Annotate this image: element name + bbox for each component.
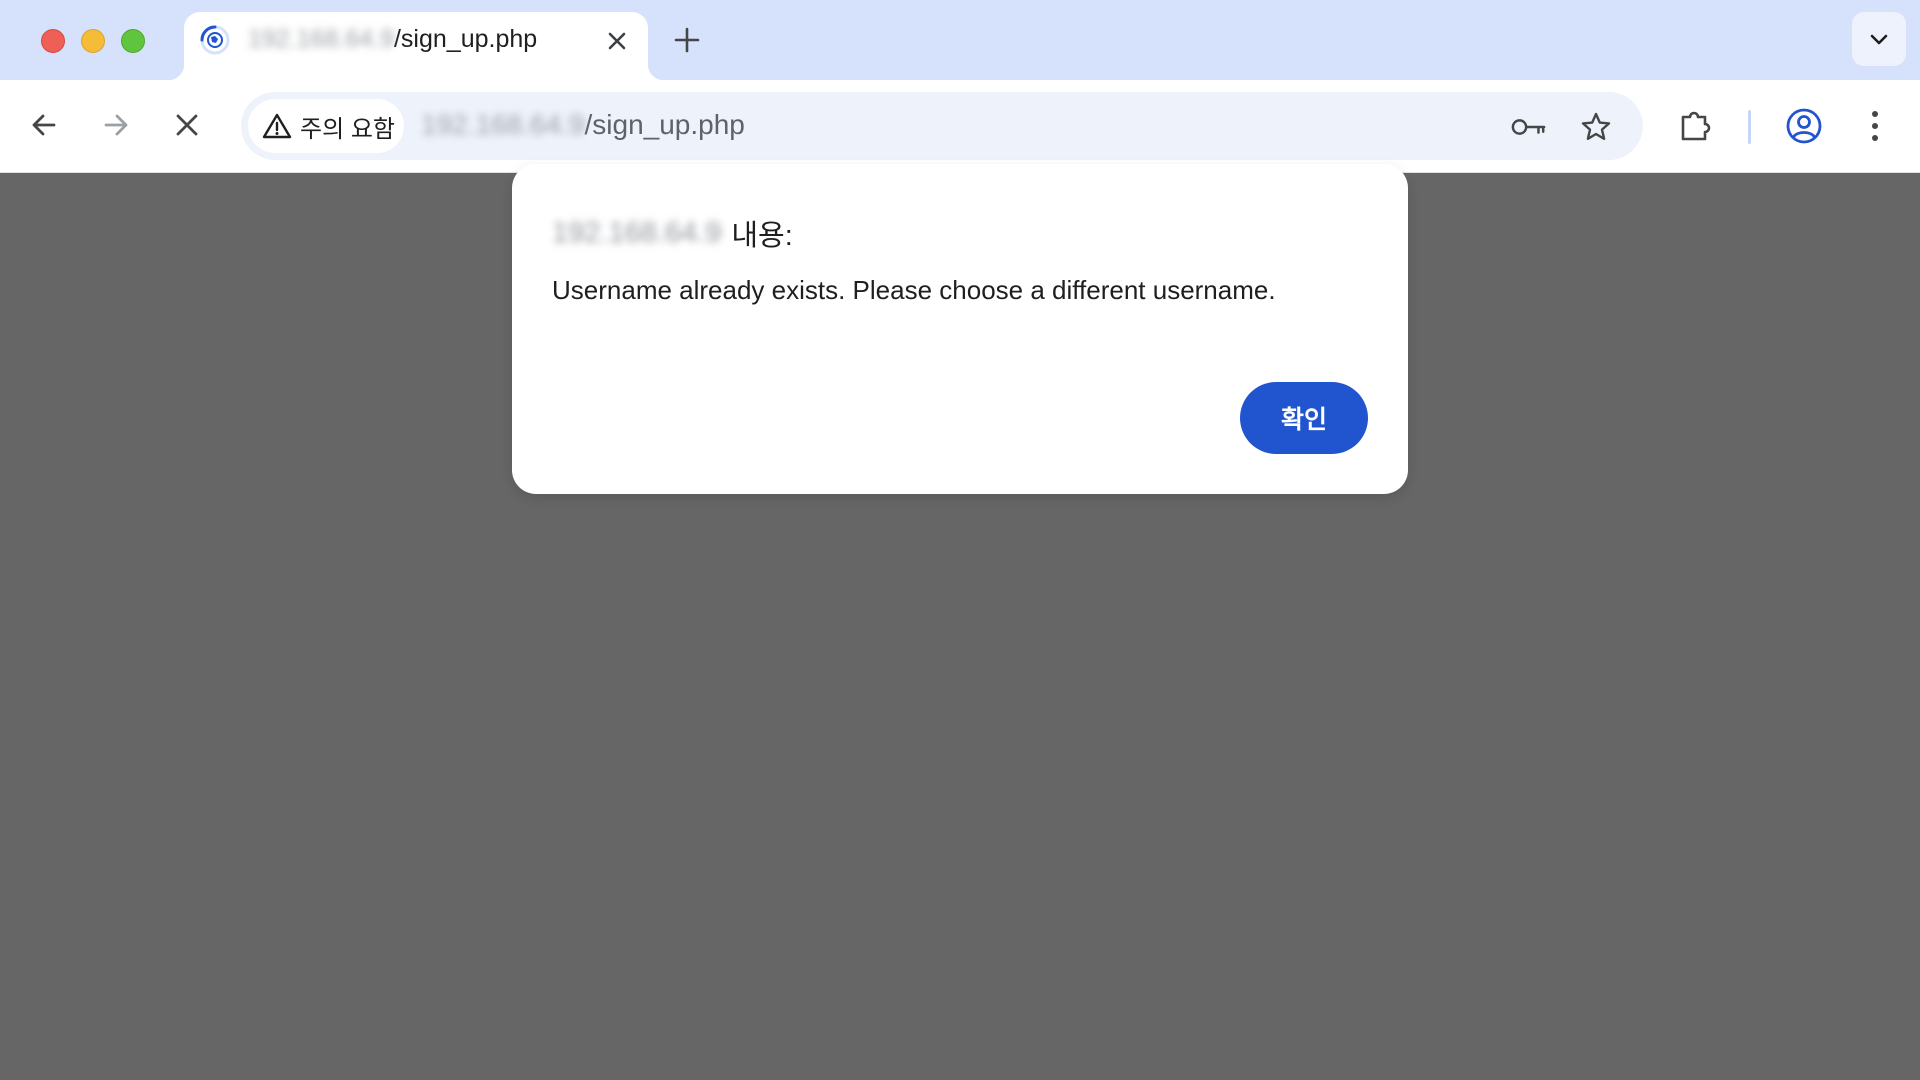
address-bar[interactable]: 주의 요함 192.168.64.9/sign_up.php: [241, 92, 1643, 160]
dialog-message: Username already exists. Please choose a…: [552, 275, 1276, 305]
window-minimize-button[interactable]: [81, 29, 105, 53]
forward-button[interactable]: [93, 102, 139, 148]
window-maximize-button[interactable]: [121, 29, 145, 53]
extensions-puzzle-icon[interactable]: [1677, 107, 1715, 145]
tab-title: 192.168.64.9/sign_up.php: [248, 25, 537, 54]
account-circle-icon[interactable]: [1784, 106, 1824, 146]
toolbar-divider: [1748, 110, 1751, 144]
tab-strip: 192.168.64.9/sign_up.php: [0, 0, 1920, 80]
arrow-right-icon: [104, 114, 128, 136]
stop-loading-button[interactable]: [164, 102, 210, 148]
browser-window: 192.168.64.9/sign_up.php 주의 요함 192.168.6…: [0, 0, 1920, 1080]
tab-host-blurred: 192.168.64.9: [248, 25, 394, 53]
dialog-title: 192.168.64.9 내용:: [552, 212, 793, 254]
url-path: /sign_up.php: [584, 109, 745, 140]
url-text[interactable]: 192.168.64.9/sign_up.php: [421, 109, 745, 141]
security-chip[interactable]: 주의 요함: [248, 99, 404, 153]
alert-dialog: 192.168.64.9 내용: Username already exists.…: [512, 164, 1408, 494]
back-button[interactable]: [21, 102, 67, 148]
ok-button[interactable]: 확인: [1240, 382, 1368, 454]
dialog-title-suffix: 내용:: [731, 220, 793, 252]
kebab-menu-icon[interactable]: [1857, 106, 1893, 146]
loading-globe-icon: [200, 25, 230, 55]
bookmark-star-icon[interactable]: [1578, 109, 1614, 145]
tab-close-icon[interactable]: [602, 26, 632, 56]
dialog-origin-blurred: 192.168.64.9: [552, 216, 722, 249]
arrow-left-icon: [32, 114, 56, 136]
tab-search-button[interactable]: [1852, 12, 1906, 66]
chevron-down-icon: [1870, 34, 1888, 45]
active-tab[interactable]: 192.168.64.9/sign_up.php: [168, 12, 664, 80]
url-host-blurred: 192.168.64.9: [421, 109, 585, 140]
window-close-button[interactable]: [41, 29, 65, 53]
password-key-icon[interactable]: [1511, 109, 1547, 145]
browser-toolbar: 주의 요함 192.168.64.9/sign_up.php: [0, 80, 1920, 173]
close-icon: [176, 114, 198, 136]
security-label: 주의 요함: [300, 115, 395, 143]
warning-icon: [262, 113, 292, 139]
new-tab-plus-icon[interactable]: [671, 24, 703, 56]
tab-path: /sign_up.php: [393, 25, 538, 53]
